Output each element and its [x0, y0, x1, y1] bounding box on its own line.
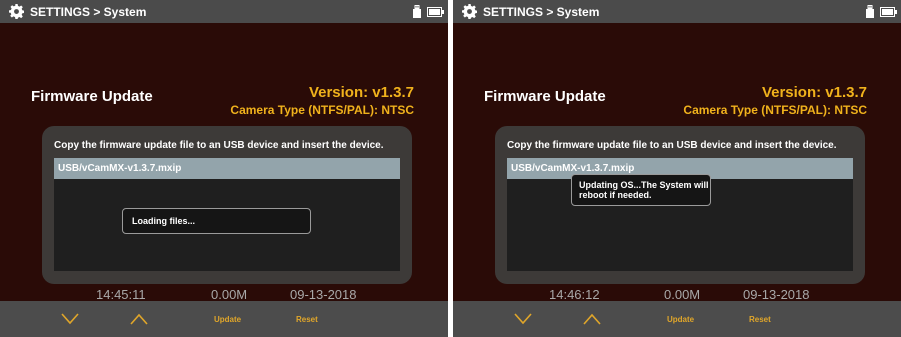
updating-dialog: Updating OS...The System will reboot if … [571, 174, 711, 206]
status-date: 09-13-2018 [290, 287, 357, 302]
loading-dialog: Loading files... [122, 208, 311, 234]
bottom-bar: Update Reset [0, 301, 448, 337]
bottom-bar: Update Reset [453, 301, 901, 337]
reset-button[interactable]: Reset [296, 315, 318, 324]
status-size: 0.00M [211, 287, 248, 302]
settings-screen-updating: SETTINGS > System Firmware Update Versio… [453, 0, 901, 337]
page-title: Firmware Update [31, 88, 153, 105]
reset-button[interactable]: Reset [749, 315, 771, 324]
status-size: 0.00M [664, 287, 701, 302]
version-label: Version: v1.3.7 [308, 84, 414, 101]
camera-type-label: Camera Type (NTFS/PAL): NTSC [230, 103, 414, 117]
chevron-down-icon[interactable] [514, 313, 532, 325]
instruction-text: Copy the firmware update file to an USB … [54, 140, 384, 151]
update-button[interactable]: Update [214, 315, 241, 324]
status-time: 14:46:12 [549, 287, 600, 302]
file-list[interactable]: USB/vCamMX-v1.3.7.mxip Loading files... [54, 158, 400, 271]
chevron-up-icon[interactable] [130, 313, 148, 325]
gear-icon [462, 4, 477, 19]
instruction-text: Copy the firmware update file to an USB … [507, 140, 837, 151]
usb-icon [866, 5, 874, 18]
file-item-selected[interactable]: USB/vCamMX-v1.3.7.mxip [54, 158, 400, 179]
breadcrumb-title: SETTINGS > System [30, 5, 147, 19]
version-label: Version: v1.3.7 [761, 84, 867, 101]
status-time: 14:45:11 [96, 287, 146, 302]
battery-icon [880, 7, 897, 17]
chevron-down-icon[interactable] [61, 313, 79, 325]
top-bar: SETTINGS > System [0, 0, 448, 23]
battery-icon [427, 7, 444, 17]
update-button[interactable]: Update [667, 315, 694, 324]
breadcrumb-title: SETTINGS > System [483, 5, 600, 19]
top-bar: SETTINGS > System [453, 0, 901, 23]
chevron-up-icon[interactable] [583, 313, 601, 325]
file-panel: Copy the firmware update file to an USB … [42, 126, 412, 284]
page-title: Firmware Update [484, 88, 606, 105]
status-date: 09-13-2018 [743, 287, 810, 302]
usb-icon [413, 5, 421, 18]
camera-type-label: Camera Type (NTFS/PAL): NTSC [683, 103, 867, 117]
settings-screen-loading: SETTINGS > System Firmware Update Versio… [0, 0, 448, 337]
gear-icon [9, 4, 24, 19]
